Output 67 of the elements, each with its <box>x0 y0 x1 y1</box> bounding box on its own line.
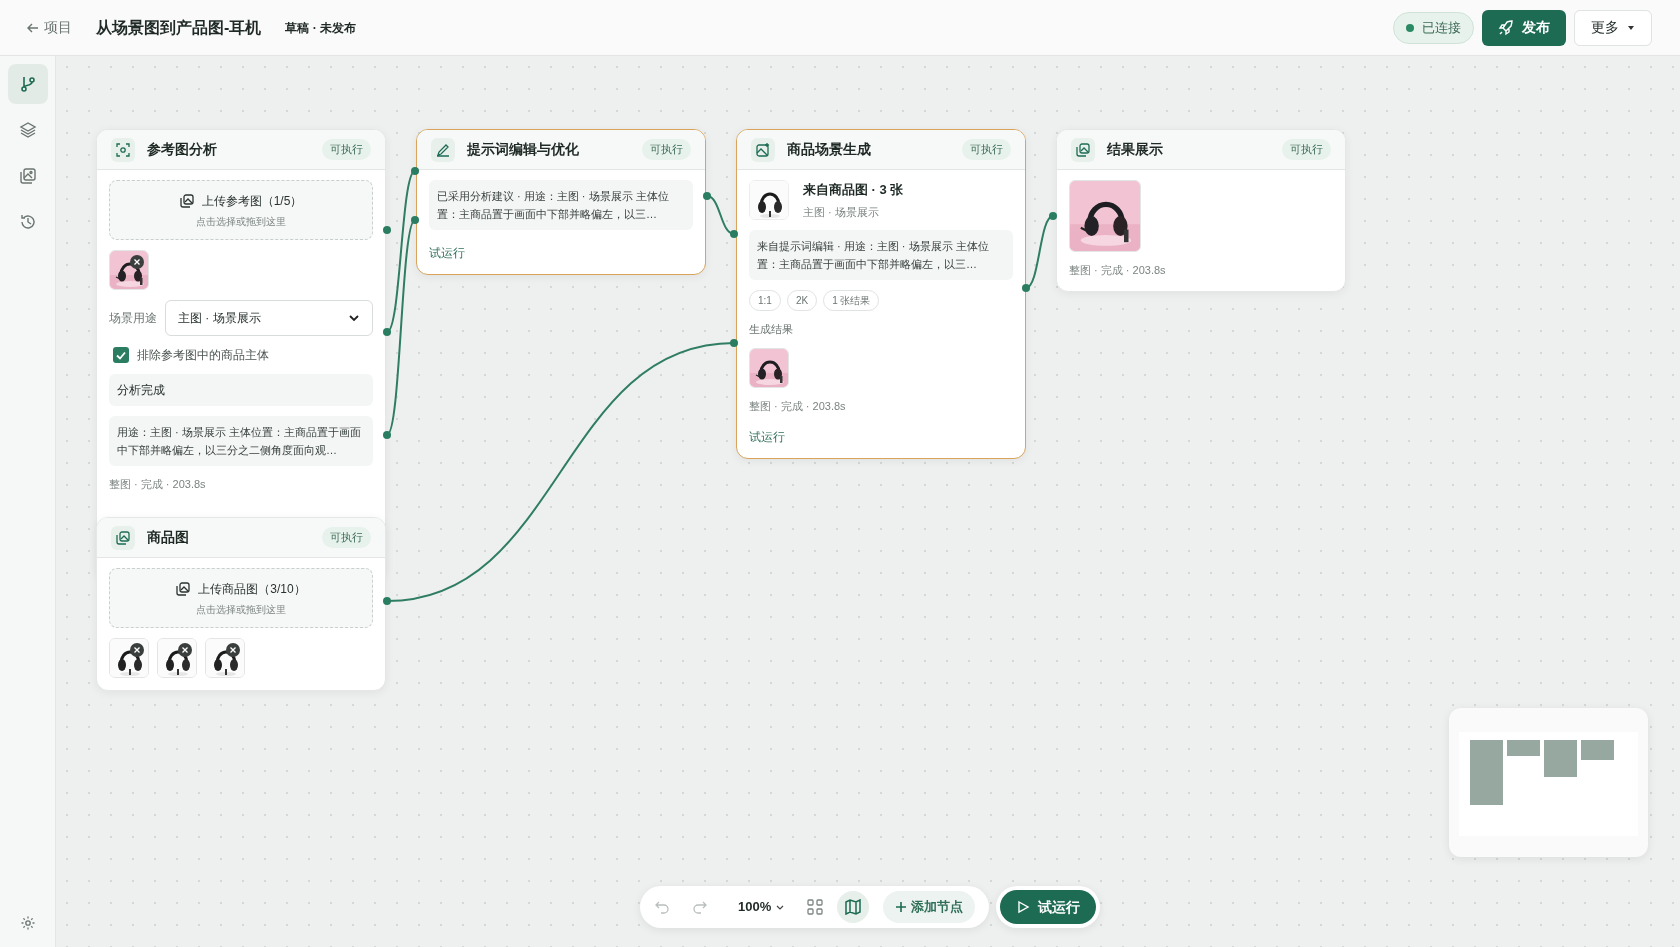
publish-button[interactable]: 发布 <box>1482 9 1566 46</box>
images-icon <box>18 167 37 185</box>
node-icon <box>431 137 455 162</box>
node-title: 参考图分析 <box>147 140 218 159</box>
test-run-link[interactable]: 试运行 <box>429 244 465 262</box>
result-meta: 整图 · 完成 · 203.8s <box>749 398 847 414</box>
remove-icon[interactable] <box>226 643 240 657</box>
source-subtitle: 主图 · 场景展示 <box>803 204 880 220</box>
source-title: 来自商品图 · 3 张 <box>803 181 904 199</box>
node-status-badge: 可执行 <box>322 527 371 548</box>
node-status-badge: 可执行 <box>642 139 691 160</box>
remove-icon[interactable] <box>130 255 144 269</box>
upload-label: 上传商品图（3/10） <box>198 580 306 598</box>
history-icon <box>18 213 37 231</box>
upload-area[interactable]: 上传参考图（1/5） 点击选择或拖到这里 <box>109 180 373 240</box>
settings-icon[interactable] <box>19 915 36 931</box>
checkbox[interactable] <box>113 347 129 363</box>
layers-icon <box>18 121 37 139</box>
result-meta: 整图 · 完成 · 203.8s <box>109 477 207 492</box>
node-status-badge: 可执行 <box>322 139 371 160</box>
result-meta: 整图 · 完成 · 203.8s <box>1069 263 1167 278</box>
map-icon <box>845 899 862 915</box>
zoom-dropdown[interactable]: 100% <box>738 897 786 917</box>
node-status-badge: 可执行 <box>962 139 1011 160</box>
prompt-text: 已采用分析建议 · 用途：主图 · 场景展示 主体位置：主商品置于画面中下部并略偏左，以三… <box>429 180 693 230</box>
field-label: 场景用途 <box>109 310 157 327</box>
rocket-icon <box>1498 19 1514 36</box>
image-upload-icon <box>179 193 194 208</box>
draft-status: 草稿 · 未发布 <box>285 19 356 37</box>
test-run-button[interactable]: 试运行 <box>1000 890 1096 924</box>
plus-icon <box>895 901 908 913</box>
upload-hint: 点击选择或拖到这里 <box>196 602 286 617</box>
upload-label: 上传参考图（1/5） <box>201 192 303 210</box>
node-icon <box>111 525 135 550</box>
prompt-text: 来自提示词编辑 · 用途：主图 · 场景展示 主体位置：主商品置于画面中下部并略偏左，以三… <box>749 230 1013 280</box>
sidebar-button[interactable] <box>7 64 48 104</box>
upload-hint: 点击选择或拖到这里 <box>196 214 286 229</box>
upload-area[interactable]: 上传商品图（3/10） 点击选择或拖到这里 <box>109 568 373 628</box>
node-icon <box>111 137 135 162</box>
connection-label: 已连接 <box>1422 18 1461 37</box>
chevron-down-icon <box>348 312 360 324</box>
node-status-badge: 可执行 <box>1282 139 1331 160</box>
image-upload-icon <box>176 581 191 596</box>
minimap[interactable] <box>1449 708 1648 857</box>
remove-icon[interactable] <box>130 643 144 657</box>
node-title: 结果展示 <box>1107 140 1164 159</box>
map-button[interactable] <box>837 891 870 923</box>
node-title: 商品图 <box>147 528 190 547</box>
page-title: 从场景图到产品图-耳机 <box>96 17 262 38</box>
node-icon <box>1071 137 1095 162</box>
node-title: 商品场景生成 <box>787 140 872 159</box>
prompt-text: 用途：主图 · 场景展示 主体位置：主商品置于画面中下部并略偏左，以三分之二侧角度面向观… <box>109 416 373 466</box>
checkbox-label: 排除参考图中的商品主体 <box>137 347 269 364</box>
test-run-link[interactable]: 试运行 <box>749 428 785 446</box>
grid-icon[interactable] <box>807 899 824 915</box>
section-label: 生成结果 <box>749 322 794 337</box>
remove-icon[interactable] <box>178 643 192 657</box>
scene-dropdown[interactable]: 主图 · 场景展示 <box>165 300 373 336</box>
add-node-button[interactable]: 添加节点 <box>883 891 976 923</box>
analysis-status: 分析完成 <box>109 374 373 406</box>
caret-icon <box>1627 23 1635 32</box>
more-button[interactable]: 更多 <box>1574 9 1652 46</box>
play-icon <box>1016 900 1030 914</box>
back-link[interactable]: 项目 <box>26 17 72 38</box>
branch-icon <box>18 75 37 93</box>
node-icon <box>751 137 775 162</box>
node-title: 提示词编辑与优化 <box>467 140 580 159</box>
